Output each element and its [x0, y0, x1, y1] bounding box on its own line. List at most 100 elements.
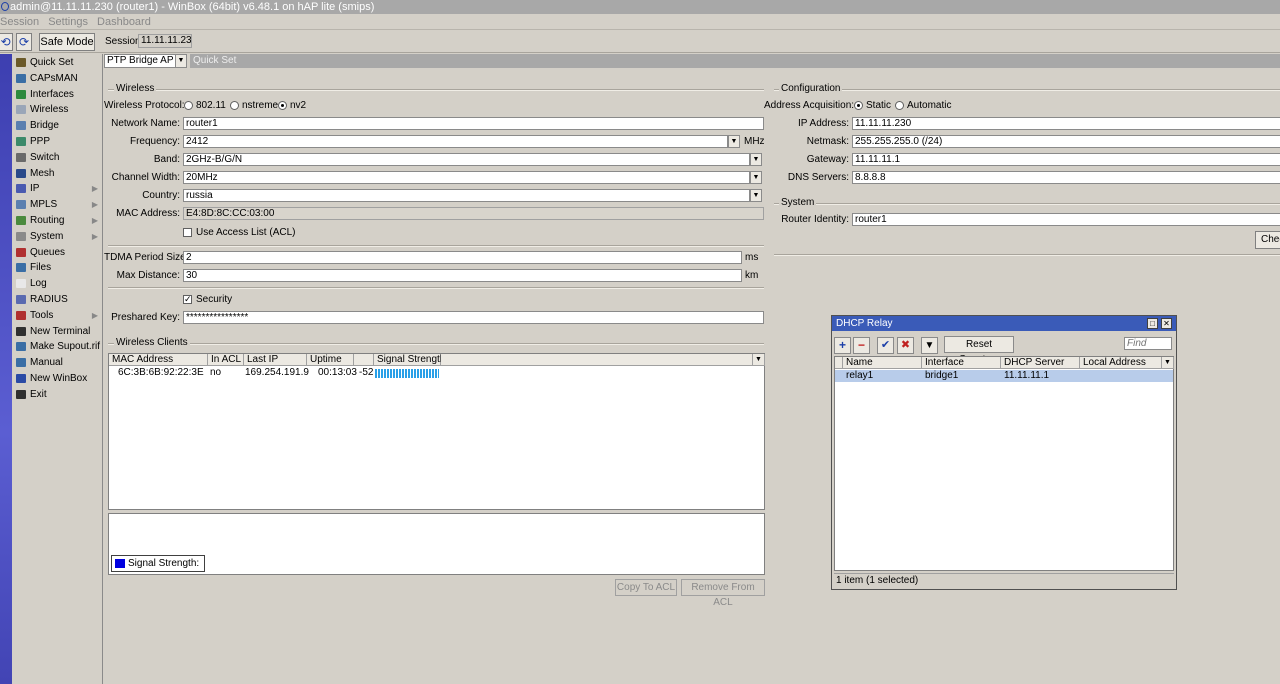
- radius-icon: [16, 295, 26, 304]
- col-name[interactable]: Name: [843, 357, 922, 369]
- ip-field[interactable]: 11.11.11.230: [852, 117, 1280, 130]
- wireless-icon: [16, 105, 26, 115]
- col-signal[interactable]: Signal Strength: [374, 354, 445, 366]
- col-local-address[interactable]: Local Address: [1080, 357, 1162, 369]
- sidebar-item-mpls[interactable]: MPLS ▶: [14, 197, 102, 212]
- identity-field[interactable]: router1: [852, 213, 1280, 226]
- add-icon[interactable]: +: [834, 337, 851, 354]
- col-acl[interactable]: In ACL: [208, 354, 244, 366]
- channel-width-select[interactable]: 20MHz: [183, 171, 750, 184]
- system-icon: [16, 231, 26, 241]
- country-select[interactable]: russia: [183, 189, 750, 202]
- check-for-updates-button[interactable]: Chec: [1255, 231, 1280, 249]
- sidebar-item-queues[interactable]: Queues: [14, 245, 102, 260]
- col-dhcp-server[interactable]: DHCP Server: [1001, 357, 1080, 369]
- columns-dropdown-icon[interactable]: ▼: [753, 354, 765, 366]
- acl-checkbox[interactable]: [183, 228, 192, 237]
- country-dropdown-icon[interactable]: ▼: [750, 189, 762, 202]
- sidebar-item-exit[interactable]: Exit: [14, 387, 102, 402]
- sidebar-item-switch[interactable]: Switch: [14, 150, 102, 165]
- dns-field[interactable]: 8.8.8.8: [852, 171, 1280, 184]
- col-interface[interactable]: Interface: [922, 357, 1001, 369]
- netmask-field[interactable]: 255.255.255.0 (/24): [852, 135, 1280, 148]
- disable-icon[interactable]: ✖: [897, 337, 914, 354]
- sidebar-item-ppp[interactable]: PPP: [14, 134, 102, 149]
- redo-icon[interactable]: ⟳: [16, 33, 32, 51]
- remove-icon[interactable]: −: [853, 337, 870, 354]
- gateway-field[interactable]: 11.11.11.1: [852, 153, 1280, 166]
- sidebar-item-wireless[interactable]: Wireless: [14, 102, 102, 117]
- sidebar-item-manual[interactable]: Manual: [14, 355, 102, 370]
- max-distance-field[interactable]: 30: [183, 269, 742, 282]
- sidebar-item-label: Manual: [30, 357, 63, 369]
- close-icon[interactable]: ✕: [1161, 318, 1172, 329]
- reset-counters-button[interactable]: Reset Counters: [944, 336, 1014, 365]
- find-input[interactable]: [1124, 337, 1172, 350]
- sidebar-item-capsman[interactable]: CAPsMAN: [14, 71, 102, 86]
- system-group-title: System: [779, 197, 817, 208]
- acq-label: Address Acquisition:: [764, 100, 855, 111]
- protocol-80211-radio[interactable]: [184, 101, 193, 110]
- menu-session[interactable]: Session: [0, 16, 39, 28]
- undo-icon[interactable]: ⟲: [0, 33, 13, 51]
- channel-width-dropdown-icon[interactable]: ▼: [750, 171, 762, 184]
- signal-legend-swatch: [115, 559, 125, 568]
- dns-label: DNS Servers:: [787, 172, 849, 183]
- copy-to-acl-button[interactable]: Copy To ACL: [615, 579, 677, 596]
- sidebar-item-label: RADIUS: [30, 294, 68, 305]
- sidebar-item-log[interactable]: Log: [14, 276, 102, 291]
- signal-legend-label: Signal Strength:: [128, 558, 200, 569]
- quickset-title: Quick Set: [193, 55, 237, 66]
- menu-dashboard[interactable]: Dashboard: [97, 16, 151, 28]
- channel-width-label: Channel Width:: [111, 172, 180, 183]
- frequency-field[interactable]: 2412: [183, 135, 728, 148]
- enable-icon[interactable]: ✔: [877, 337, 894, 354]
- frequency-dropdown-icon[interactable]: ▼: [728, 135, 740, 148]
- sidebar-item-new-terminal[interactable]: New Terminal: [14, 324, 102, 339]
- sidebar-item-radius[interactable]: RADIUS: [14, 292, 102, 307]
- table-row[interactable]: relay1 bridge1 11.11.11.1: [835, 370, 1173, 382]
- network-name-field[interactable]: router1: [183, 117, 764, 130]
- mode-select[interactable]: PTP Bridge AP: [104, 54, 178, 68]
- sidebar-item-interfaces[interactable]: Interfaces: [14, 87, 102, 102]
- sidebar-item-files[interactable]: Files: [14, 260, 102, 275]
- dhcp-status: 1 item (1 selected): [836, 575, 919, 586]
- switch-icon: [16, 152, 26, 162]
- sidebar-item-mesh[interactable]: Mesh: [14, 166, 102, 181]
- acq-static-radio[interactable]: [854, 101, 863, 110]
- safe-mode-button[interactable]: Safe Mode: [39, 33, 95, 51]
- ip-label: IP Address:: [798, 118, 849, 129]
- sidebar-item-bridge[interactable]: Bridge: [14, 118, 102, 133]
- tdma-field[interactable]: 2: [183, 251, 742, 264]
- relay-interface: bridge1: [925, 370, 959, 381]
- dhcp-relay-table: Name Interface DHCP Server Local Address…: [834, 356, 1174, 571]
- sidebar-item-tools[interactable]: Tools ▶: [14, 308, 102, 323]
- col-mac[interactable]: MAC Address: [109, 354, 208, 366]
- security-checkbox[interactable]: ✓: [183, 295, 192, 304]
- acq-automatic-radio[interactable]: [895, 101, 904, 110]
- mode-dropdown-icon[interactable]: ▼: [175, 54, 187, 68]
- maximize-icon[interactable]: □: [1147, 318, 1158, 329]
- client-mac[interactable]: 6C:3B:6B:92:22:3E: [115, 367, 204, 379]
- menu-settings[interactable]: Settings: [48, 16, 88, 28]
- sidebar-item-label: System: [30, 230, 64, 242]
- sidebar-item-quick-set[interactable]: Quick Set: [14, 55, 102, 70]
- sidebar-item-routing[interactable]: Routing ▶: [14, 213, 102, 228]
- band-select[interactable]: 2GHz-B/G/N: [183, 153, 750, 166]
- sidebar-item-system[interactable]: System ▶: [14, 229, 102, 244]
- preshared-field[interactable]: ****************: [183, 311, 764, 324]
- sidebar-item-label: Log: [30, 278, 47, 290]
- col-uptime[interactable]: Uptime: [307, 354, 354, 366]
- band-dropdown-icon[interactable]: ▼: [750, 153, 762, 166]
- protocol-nstreme-radio[interactable]: [230, 101, 239, 110]
- sidebar-item-make-supout-rif[interactable]: Make Supout.rif: [14, 339, 102, 354]
- dhcp-columns-dropdown-icon[interactable]: ▼: [1162, 357, 1174, 369]
- col-ip[interactable]: Last IP: [244, 354, 307, 366]
- remove-from-acl-button[interactable]: Remove From ACL: [681, 579, 765, 608]
- sidebar-item-new-winbox[interactable]: New WinBox: [14, 371, 102, 386]
- filter-icon[interactable]: ▼: [921, 337, 938, 354]
- tdma-label: TDMA Period Size:: [104, 252, 189, 263]
- client-signal-bar: [375, 369, 439, 378]
- sidebar-item-ip[interactable]: IP ▶: [14, 181, 102, 196]
- protocol-nv2-radio[interactable]: [278, 101, 287, 110]
